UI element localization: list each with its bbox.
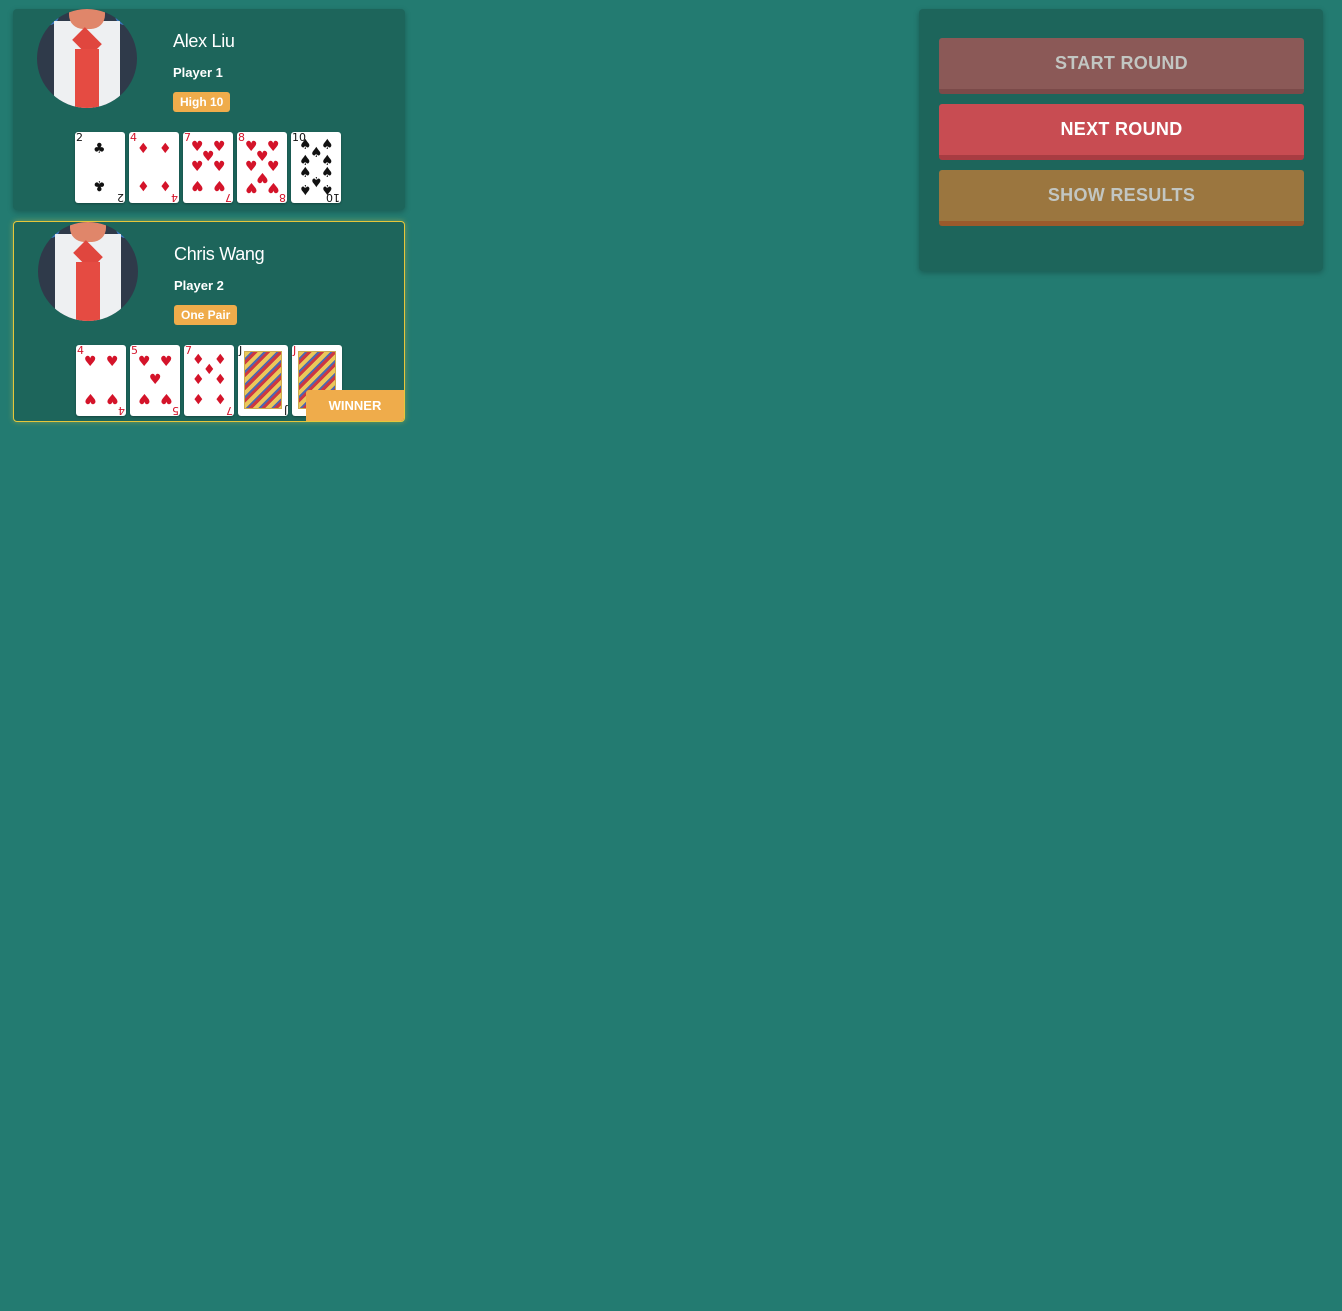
- card-rank: 5: [131, 345, 138, 357]
- card-rank: 4: [130, 132, 137, 144]
- face-card-art-icon: [244, 351, 282, 409]
- suit-icon: ♠: [321, 181, 334, 197]
- suit-icon: ♥: [213, 177, 226, 193]
- suit-icon: ♥: [138, 354, 151, 370]
- playing-card: 4 4 ♥ ♥ ♥ ♥: [76, 345, 126, 416]
- card-rank: 7: [184, 132, 191, 144]
- suit-icon: ♥: [106, 354, 119, 370]
- winner-badge: WINNER: [306, 390, 404, 421]
- suit-icon: ♥: [149, 372, 162, 388]
- card-rank: 8: [238, 132, 245, 144]
- card-rank: 7: [185, 345, 192, 357]
- player-name: Alex Liu: [173, 31, 235, 51]
- card-rank-bottom: 4: [118, 404, 125, 416]
- show-results-button[interactable]: SHOW RESULTS: [939, 170, 1304, 226]
- playing-card: 4 4 ♦ ♦ ♦ ♦: [129, 132, 179, 203]
- suit-icon: ♥: [267, 159, 280, 175]
- suit-icon: ♥: [84, 354, 97, 370]
- suit-icon: ♥: [267, 139, 280, 155]
- start-round-button[interactable]: START ROUND: [939, 38, 1304, 94]
- suit-icon: ♠: [321, 137, 334, 153]
- playing-card: 8 8 ♥ ♥ ♥ ♥ ♥ ♥ ♥ ♥: [237, 132, 287, 203]
- suit-icon: ♦: [214, 372, 227, 388]
- card-rank-bottom: 5: [172, 404, 179, 416]
- suit-icon: ♥: [267, 179, 280, 195]
- suit-icon: ♦: [159, 177, 172, 193]
- card-rank-bottom: 7: [225, 191, 232, 203]
- suit-icon: ♥: [106, 390, 119, 406]
- card-rank: J: [239, 345, 243, 357]
- suit-icon: ♥: [191, 177, 204, 193]
- suit-icon: ♠: [321, 165, 334, 181]
- suit-icon: ♣: [93, 141, 106, 157]
- playing-card: JJ: [238, 345, 288, 416]
- suit-icon: ♥: [213, 139, 226, 155]
- hand-rank-badge: High 10: [173, 92, 231, 112]
- card-rank-bottom: 7: [226, 404, 233, 416]
- card-rank: 4: [77, 345, 84, 357]
- player-name: Chris Wang: [174, 244, 265, 264]
- card-rank-bottom: 8: [279, 191, 286, 203]
- playing-card: 2 2 ♣ ♣: [75, 132, 125, 203]
- controls-panel: START ROUND NEXT ROUND SHOW RESULTS: [919, 9, 1323, 271]
- card-rank: J: [293, 345, 297, 357]
- suit-icon: ♦: [137, 141, 150, 157]
- playing-card: 7 7 ♥ ♥ ♥ ♥ ♥ ♥ ♥: [183, 132, 233, 203]
- playing-card: 10 10 ♠ ♠ ♠ ♠ ♠ ♠ ♠ ♠ ♠ ♠: [291, 132, 341, 203]
- playing-card: 5 5 ♥ ♥ ♥ ♥ ♥: [130, 345, 180, 416]
- avatar: [37, 9, 137, 108]
- suit-icon: ♣: [93, 177, 106, 193]
- suit-icon: ♦: [192, 390, 205, 406]
- playing-card: 7 7 ♦ ♦ ♦ ♦ ♦ ♦ ♦: [184, 345, 234, 416]
- hand-rank-badge: One Pair: [174, 305, 238, 325]
- suit-icon: ♠: [299, 181, 312, 197]
- suit-icon: ♦: [214, 352, 227, 368]
- player-panel-1: Alex Liu Player 1 High 10 2 2 ♣ ♣ 4 4 ♦ ♦ ♦ ♦ 7 7 ♥ ♥…: [13, 9, 405, 210]
- suit-icon: ♥: [245, 179, 258, 195]
- player-label: Player 2: [174, 278, 224, 293]
- suit-icon: ♥: [84, 390, 97, 406]
- suit-icon: ♥: [160, 390, 173, 406]
- suit-icon: ♥: [160, 354, 173, 370]
- suit-icon: ♥: [191, 159, 204, 175]
- player-panel-2: Chris Wang Player 2 One Pair 4 4 ♥ ♥ ♥ ♥ 5 5 ♥ ♥ ♥…: [13, 221, 405, 422]
- card-rank-bottom: J: [283, 404, 287, 416]
- suit-icon: ♥: [138, 390, 151, 406]
- avatar: [38, 222, 138, 321]
- card-rank-bottom: 2: [117, 191, 124, 203]
- next-round-button[interactable]: NEXT ROUND: [939, 104, 1304, 160]
- suit-icon: ♦: [192, 372, 205, 388]
- suit-icon: ♦: [137, 177, 150, 193]
- suit-icon: ♦: [159, 141, 172, 157]
- player-label: Player 1: [173, 65, 223, 80]
- suit-icon: ♥: [213, 159, 226, 175]
- card-rank-bottom: 4: [171, 191, 178, 203]
- card-rank: 2: [76, 132, 83, 144]
- suit-icon: ♦: [214, 390, 227, 406]
